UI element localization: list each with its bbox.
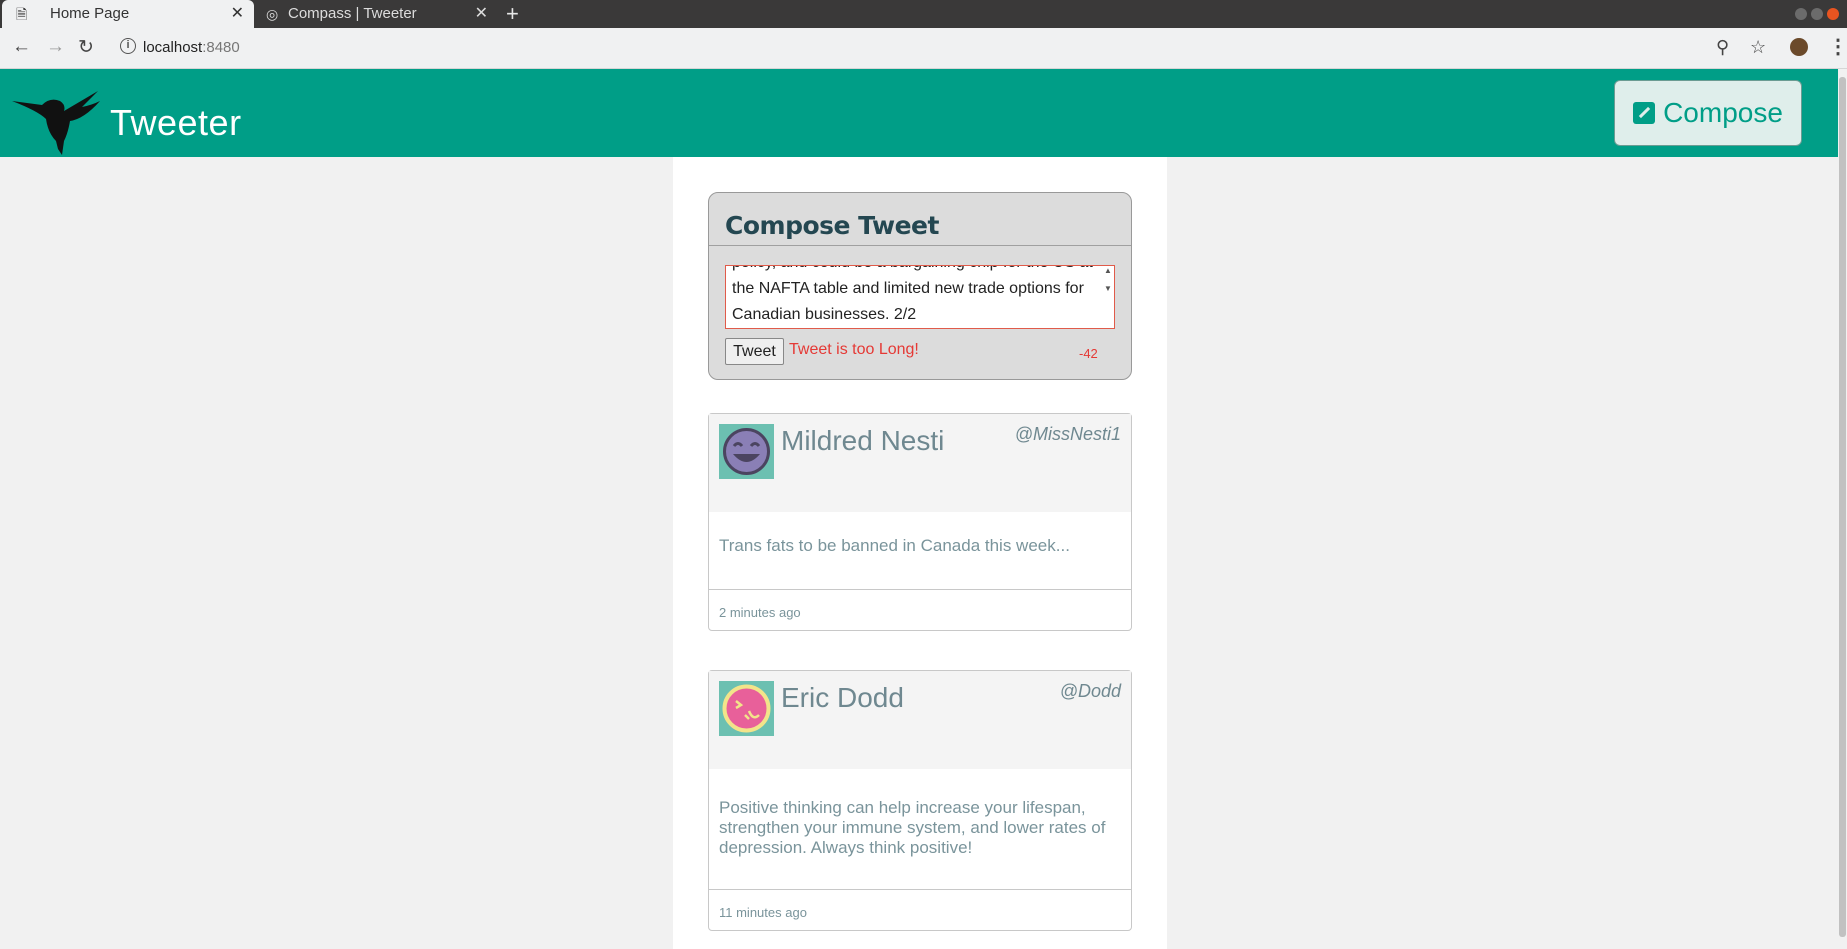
main-container: Compose Tweet policy, and could be a bar… xyxy=(673,157,1167,949)
tab-compass-tweeter[interactable]: ◎ Compass | Tweeter ✕ xyxy=(258,0,498,28)
tweet-submit-button[interactable]: Tweet xyxy=(725,338,784,365)
tweet-header: Eric Dodd @Dodd xyxy=(709,671,1131,769)
tweet-timestamp: 11 minutes ago xyxy=(719,905,807,920)
url-host: localhost xyxy=(143,39,203,56)
tweet-header: Mildred Nesti @MissNesti1 xyxy=(709,414,1131,512)
forward-icon[interactable]: → xyxy=(46,36,65,58)
minimize-icon[interactable] xyxy=(1795,8,1807,20)
tweet-card: Eric Dodd @Dodd Positive thinking can he… xyxy=(708,670,1132,931)
tweet-timestamp: 2 minutes ago xyxy=(719,605,801,620)
laughing-avatar-icon xyxy=(719,681,774,736)
pencil-icon xyxy=(1633,102,1656,124)
window-close-icon[interactable] xyxy=(1827,8,1839,20)
browser-tab-bar: 🗎 Home Page ✕ ◎ Compass | Tweeter ✕ + xyxy=(0,0,1847,28)
info-icon[interactable]: i xyxy=(120,38,136,54)
brand-title: Tweeter xyxy=(110,102,242,143)
user-name: Mildred Nesti xyxy=(781,425,945,456)
tweet-content: Trans fats to be banned in Canada this w… xyxy=(719,536,1070,555)
tab-label: Home Page xyxy=(50,5,130,22)
close-icon[interactable]: ✕ xyxy=(475,0,488,28)
tab-label: Compass | Tweeter xyxy=(288,5,417,22)
site-header: Tweeter Compose xyxy=(0,69,1838,157)
reload-icon[interactable]: ↻ xyxy=(78,36,94,59)
tweet-card: Mildred Nesti @MissNesti1 Trans fats to … xyxy=(708,413,1132,631)
address-bar[interactable]: localhost:8480 xyxy=(143,39,240,56)
close-icon[interactable]: ✕ xyxy=(231,0,244,28)
tweet-footer-divider xyxy=(709,889,1131,890)
zoom-icon[interactable]: ⚲ xyxy=(1716,37,1729,58)
tweet-content: Positive thinking can help increase your… xyxy=(719,798,1106,857)
user-handle: @Dodd xyxy=(1059,681,1121,701)
char-counter: -42 xyxy=(1079,346,1098,361)
error-message: Tweet is too Long! xyxy=(789,341,919,358)
maximize-icon[interactable] xyxy=(1811,8,1823,20)
hummingbird-logo xyxy=(12,91,100,155)
textarea-scrollbar[interactable]: ▲ ▼ xyxy=(1102,266,1114,328)
tweet-textarea[interactable]: policy, and could be a bargaining chip f… xyxy=(725,265,1115,329)
menu-icon[interactable]: ⋮ xyxy=(1828,34,1847,59)
smiley-avatar-icon xyxy=(719,424,774,479)
compose-tweet-panel: Compose Tweet policy, and could be a bar… xyxy=(708,192,1132,380)
star-icon[interactable]: ☆ xyxy=(1750,37,1766,58)
back-icon[interactable]: ← xyxy=(12,36,31,58)
profile-avatar[interactable] xyxy=(1790,38,1808,56)
url-port: :8480 xyxy=(202,39,240,56)
tweet-footer-divider xyxy=(709,589,1131,590)
globe-icon: ◎ xyxy=(266,6,279,22)
browser-toolbar: ← → ↻ i localhost:8480 ⚲ ☆ ⋮ xyxy=(0,28,1847,69)
compose-label: Compose xyxy=(1663,97,1783,128)
scrollbar-thumb[interactable] xyxy=(1839,77,1846,937)
user-name: Eric Dodd xyxy=(781,682,904,713)
user-handle: @MissNesti1 xyxy=(1014,424,1121,444)
tab-home-page[interactable]: 🗎 Home Page ✕ xyxy=(2,0,254,28)
window-controls xyxy=(1791,7,1839,21)
divider xyxy=(709,245,1131,246)
compose-title: Compose Tweet xyxy=(725,211,939,240)
file-icon: 🗎 xyxy=(16,6,28,22)
plus-icon[interactable]: + xyxy=(506,0,519,28)
page-viewport: Tweeter Compose Compose Tweet policy, an… xyxy=(0,69,1847,949)
compose-button[interactable]: Compose xyxy=(1614,80,1802,146)
page-scrollbar[interactable] xyxy=(1838,69,1847,949)
